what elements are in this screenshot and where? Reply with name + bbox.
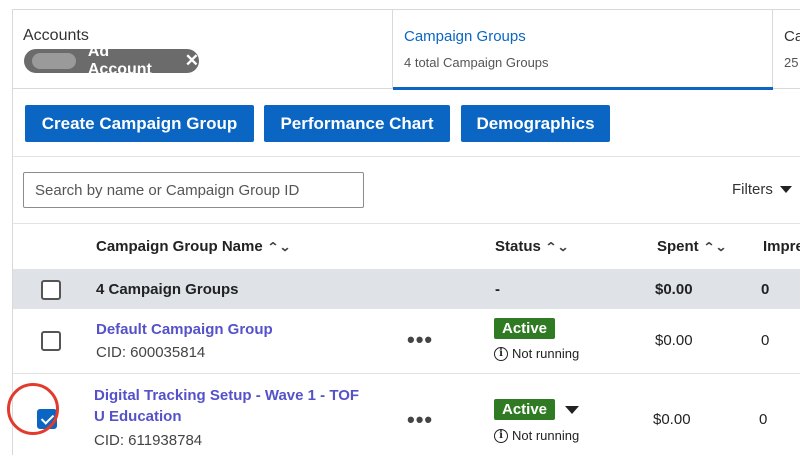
sort-icon[interactable]: ⌃⌄ bbox=[267, 240, 291, 254]
more-options-icon[interactable]: ••• bbox=[407, 327, 433, 353]
account-pill-label: Ad Account bbox=[87, 43, 152, 78]
info-icon: i bbox=[494, 346, 508, 361]
caret-down-icon bbox=[779, 186, 792, 193]
summary-count: 4 Campaign Groups bbox=[96, 281, 239, 298]
demographics-button[interactable]: Demographics bbox=[461, 105, 610, 142]
status-badge: Active bbox=[494, 318, 556, 339]
campaign-group-cid: CID: 600035814 bbox=[96, 344, 206, 361]
campaign-group-cid: CID: 611938784 bbox=[94, 432, 203, 449]
row-spent: $0.00 bbox=[655, 332, 693, 349]
active-tab-indicator bbox=[393, 87, 773, 90]
row-impressions: 0 bbox=[759, 411, 768, 428]
sort-icon[interactable]: ⌃⌄ bbox=[545, 240, 569, 254]
summary-status: - bbox=[495, 281, 500, 298]
tab-campaign-groups[interactable]: Campaign Groups 4 total Campaign Groups bbox=[393, 10, 773, 90]
tab-campaigns-count: 25 bbox=[784, 55, 799, 70]
search-input[interactable] bbox=[23, 172, 364, 208]
tab-campaigns-title: Ca bbox=[784, 28, 800, 45]
divider bbox=[13, 156, 800, 157]
select-all-checkbox[interactable] bbox=[41, 280, 61, 300]
row-spent: $0.00 bbox=[653, 411, 691, 428]
tab-accounts-title: Accounts bbox=[23, 27, 89, 44]
tab-accounts[interactable]: Accounts Ad Account ✕ bbox=[13, 10, 393, 88]
column-header-spent[interactable]: Spent ⌃⌄ bbox=[657, 238, 727, 255]
column-header-impressions[interactable]: Impre bbox=[763, 238, 800, 255]
account-name-redacted bbox=[32, 53, 76, 69]
table-row: Default Campaign Group CID: 600035814 ••… bbox=[13, 309, 800, 374]
summary-impressions: 0 bbox=[761, 281, 770, 298]
more-options-icon[interactable]: ••• bbox=[407, 407, 433, 433]
table-row: Digital Tracking Setup - Wave 1 - TOF U … bbox=[13, 374, 800, 455]
status-detail: i Not running bbox=[494, 346, 579, 361]
summary-row: 4 Campaign Groups - $0.00 0 bbox=[13, 269, 800, 309]
tab-campaign-groups-title: Campaign Groups bbox=[404, 28, 526, 45]
filters-label: Filters bbox=[732, 181, 773, 198]
table-header: Campaign Group Name ⌃⌄ Status ⌃⌄ Spent ⌃… bbox=[13, 224, 800, 269]
campaign-group-name-link[interactable]: Default Campaign Group bbox=[96, 321, 273, 338]
performance-chart-button[interactable]: Performance Chart bbox=[264, 105, 450, 142]
summary-spent: $0.00 bbox=[655, 281, 693, 298]
sort-icon[interactable]: ⌃⌄ bbox=[703, 240, 727, 254]
campaign-manager-panel: Accounts Ad Account ✕ Campaign Groups 4 … bbox=[12, 9, 800, 455]
status-detail: i Not running bbox=[494, 428, 579, 443]
highlight-circle bbox=[7, 383, 59, 435]
status-badge: Active bbox=[494, 399, 556, 420]
column-header-status[interactable]: Status ⌃⌄ bbox=[495, 238, 569, 255]
filters-dropdown[interactable]: Filters bbox=[732, 181, 792, 198]
close-icon[interactable]: ✕ bbox=[185, 51, 199, 71]
row-impressions: 0 bbox=[761, 332, 770, 349]
account-filter-pill[interactable]: Ad Account ✕ bbox=[24, 43, 199, 78]
tab-bar: Accounts Ad Account ✕ Campaign Groups 4 … bbox=[13, 10, 800, 90]
tab-campaign-groups-count: 4 total Campaign Groups bbox=[404, 55, 549, 70]
campaign-group-name-link[interactable]: Digital Tracking Setup - Wave 1 - TOF U … bbox=[94, 387, 359, 425]
info-icon: i bbox=[494, 428, 508, 443]
column-header-name[interactable]: Campaign Group Name ⌃⌄ bbox=[96, 238, 291, 255]
tab-campaigns[interactable]: Ca 25 bbox=[773, 10, 800, 88]
create-campaign-group-button[interactable]: Create Campaign Group bbox=[25, 105, 254, 142]
row-checkbox[interactable] bbox=[41, 331, 61, 351]
status-dropdown-caret-icon[interactable] bbox=[565, 406, 579, 414]
